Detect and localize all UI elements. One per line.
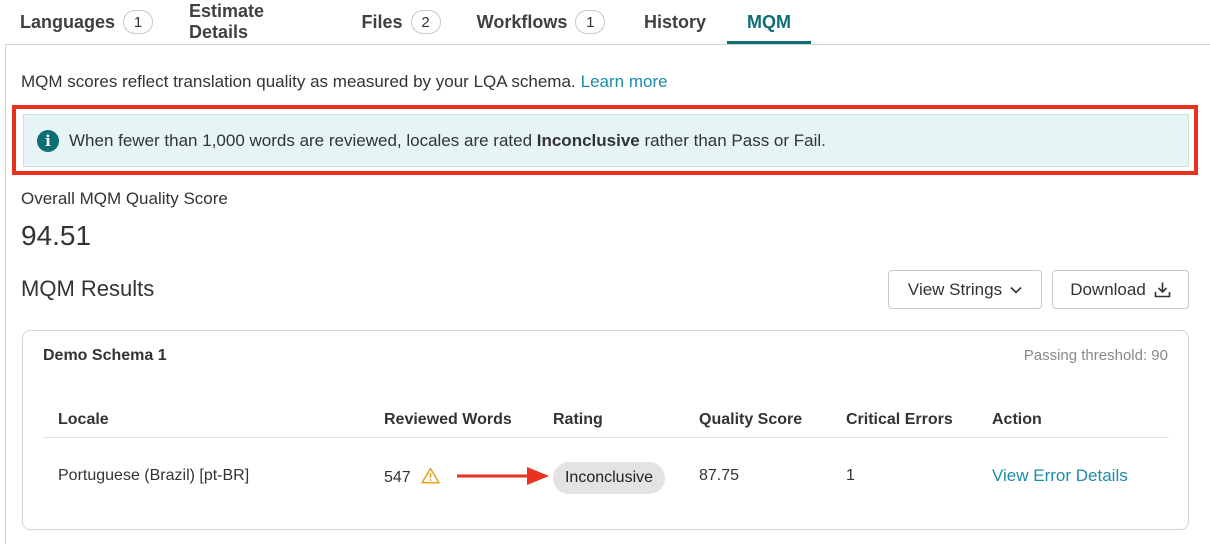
column-header-locale: Locale xyxy=(58,411,109,428)
annotation-highlight-box xyxy=(12,105,1198,175)
cell-locale: Portuguese (Brazil) [pt-BR] xyxy=(58,467,250,484)
overall-score-label: Overall MQM Quality Score xyxy=(21,189,228,208)
column-header-action: Action xyxy=(992,411,1042,428)
intro-description: MQM scores reflect translation quality a… xyxy=(21,72,576,91)
cell-reviewed-words: 547 xyxy=(384,467,440,487)
tab-label: Files xyxy=(361,11,403,32)
view-strings-button[interactable]: View Strings xyxy=(888,270,1042,309)
column-header-critical-errors: Critical Errors xyxy=(846,411,953,428)
tab-languages[interactable]: Languages 1 xyxy=(20,0,154,44)
overall-score-value: 94.51 xyxy=(21,220,92,251)
tab-count-badge: 2 xyxy=(410,10,441,34)
results-title: MQM Results xyxy=(21,276,155,301)
reviewed-words-value: 547 xyxy=(384,469,411,486)
column-header-quality-score: Quality Score xyxy=(699,411,803,428)
tab-label: Languages xyxy=(19,11,116,32)
download-icon xyxy=(1154,282,1171,298)
warning-icon xyxy=(421,467,440,484)
cell-critical-errors: 1 xyxy=(846,467,855,484)
download-button[interactable]: Download xyxy=(1052,270,1189,309)
tab-files[interactable]: Files 2 xyxy=(361,0,441,44)
view-error-details-link[interactable]: View Error Details xyxy=(992,466,1128,486)
cell-quality-score: 87.75 xyxy=(699,467,740,484)
schema-card: Demo Schema 1 Passing threshold: 90 Loca… xyxy=(22,330,1189,530)
column-header-rating: Rating xyxy=(553,411,603,428)
table-header-divider xyxy=(43,437,1169,438)
learn-more-link[interactable]: Learn more xyxy=(581,72,668,91)
chevron-down-icon xyxy=(1010,286,1022,294)
tab-estimate-details[interactable]: Estimate Details xyxy=(189,0,323,44)
tab-count-badge: 1 xyxy=(123,10,154,34)
tab-workflows[interactable]: Workflows 1 xyxy=(476,0,606,44)
tab-label: MQM xyxy=(747,11,791,32)
tab-count-badge: 1 xyxy=(575,10,606,34)
tab-label: Workflows xyxy=(476,11,568,32)
rating-badge: Inconclusive xyxy=(553,462,665,494)
view-strings-label: View Strings xyxy=(907,279,1003,299)
column-header-reviewed-words: Reviewed Words xyxy=(384,411,512,428)
tab-bar: Languages 1 Estimate Details Files 2 Wor… xyxy=(0,0,1210,44)
passing-threshold: Passing threshold: 90 xyxy=(1023,347,1168,364)
annotation-arrow xyxy=(457,467,549,485)
schema-name: Demo Schema 1 xyxy=(43,347,167,364)
tab-label: Estimate Details xyxy=(189,1,265,42)
tab-history[interactable]: History xyxy=(643,0,707,44)
tab-label: History xyxy=(643,11,706,32)
tab-mqm[interactable]: MQM xyxy=(727,0,811,44)
download-label: Download xyxy=(1070,279,1146,299)
intro-text: MQM scores reflect translation quality a… xyxy=(21,72,668,92)
